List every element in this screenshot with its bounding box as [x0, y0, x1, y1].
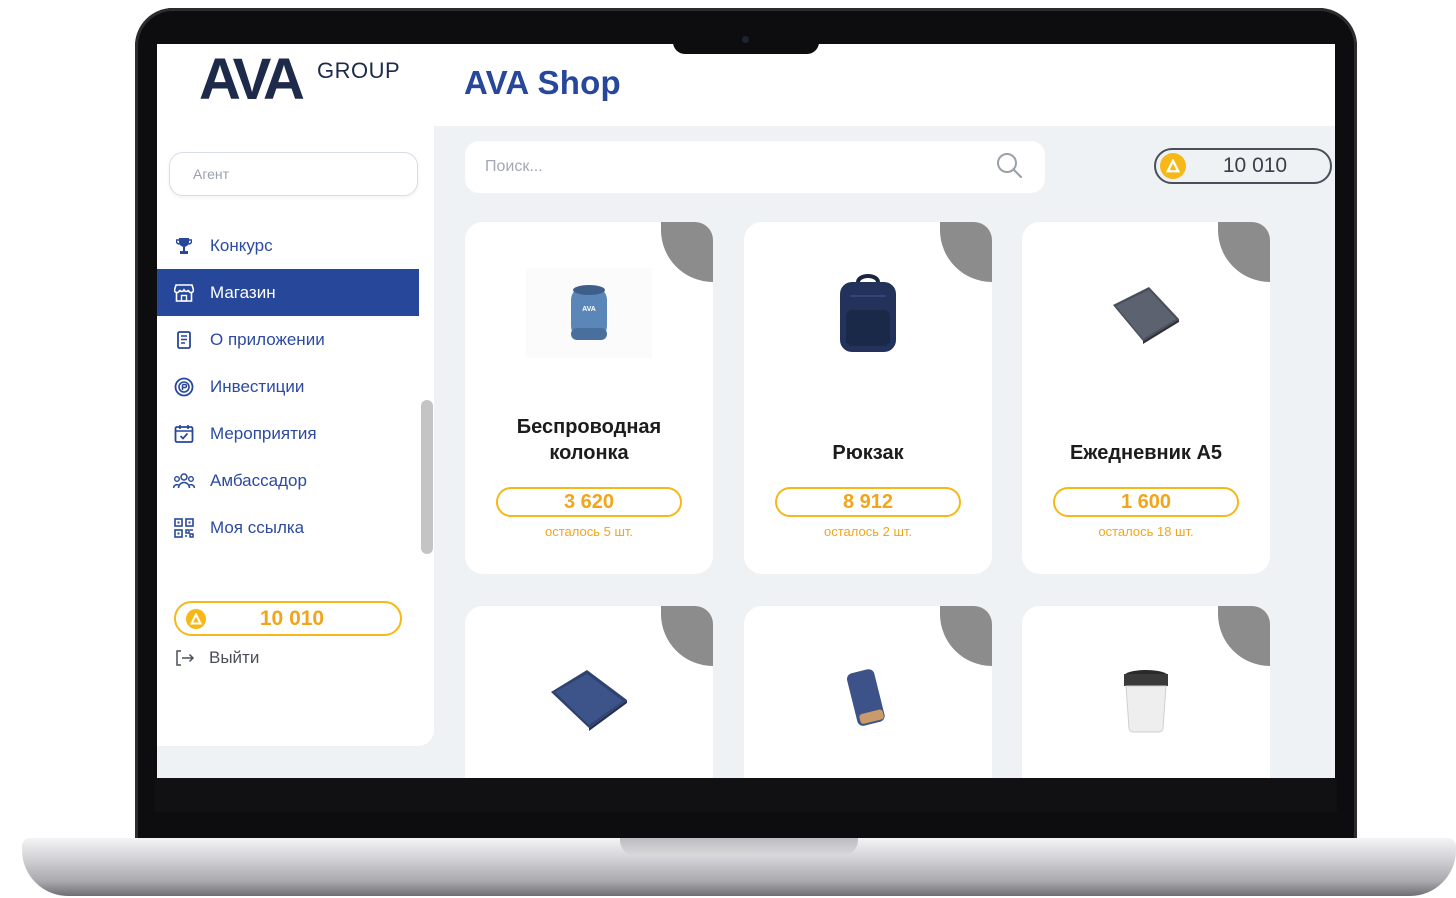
scrollbar-thumb[interactable] — [421, 400, 433, 554]
page-title: AVA Shop — [464, 64, 621, 101]
product-card[interactable] — [744, 606, 992, 778]
logo-sub-text: GROUP — [317, 58, 401, 83]
thermo-cup-image — [1116, 664, 1176, 738]
balance-value: 10 010 — [1222, 154, 1288, 177]
people-icon — [173, 470, 195, 492]
notebook-image — [1106, 280, 1186, 350]
camera-notch — [673, 34, 819, 54]
camera-icon — [742, 36, 749, 43]
card-corner-decoration — [940, 606, 992, 666]
sidebar-item-label: Магазин — [210, 282, 276, 302]
agent-field[interactable]: Агент — [169, 152, 418, 196]
document-icon — [173, 329, 195, 351]
sidebar-item-label: Конкурс — [210, 235, 273, 255]
sidebar-item-ambassador[interactable]: Амбассадор — [157, 457, 419, 504]
sidebar-item-events[interactable]: Мероприятия — [157, 410, 419, 457]
sidebar-item-shop[interactable]: Магазин — [157, 269, 419, 316]
header: AVA Shop — [434, 44, 1335, 126]
product-card[interactable]: Рюкзак 8 912 осталось 2 шт. — [744, 222, 992, 574]
coin-icon — [1160, 153, 1186, 179]
search-icon[interactable] — [995, 151, 1023, 184]
sidebar-item-label: Мероприятия — [210, 423, 317, 443]
coin-icon — [186, 608, 206, 629]
logo-main-text: AVA — [199, 47, 305, 112]
balance-value: 10 010 — [259, 606, 325, 630]
svg-text:AVA: AVA — [582, 306, 596, 313]
logout-label: Выйти — [209, 648, 260, 667]
app-screen: AVA GROUP Агент Конкурс Магазин О прилож… — [157, 44, 1335, 778]
product-stock: осталось 2 шт. — [823, 524, 912, 539]
sidebar-item-label: Амбассадор — [210, 470, 307, 490]
product-name: Ежедневник А5 — [1069, 442, 1223, 464]
product-name: Беспроводная колонка — [516, 416, 662, 464]
laptop-base — [22, 838, 1456, 896]
sidebar-item-label: Моя ссылка — [210, 517, 305, 537]
sidebar: AVA GROUP Агент Конкурс Магазин О прилож… — [157, 44, 434, 746]
calendar-icon — [173, 423, 195, 445]
qr-code-icon — [173, 517, 195, 539]
speaker-image: AVA — [526, 268, 652, 358]
investment-icon — [173, 376, 195, 398]
sidebar-scrollbar[interactable] — [419, 216, 433, 556]
store-icon — [173, 282, 195, 304]
base-notch — [620, 838, 858, 856]
sidebar-item-my-link[interactable]: Моя ссылка — [157, 504, 419, 551]
backpack-image — [828, 272, 908, 356]
product-name: Рюкзак — [832, 442, 904, 464]
card-corner-decoration — [1218, 606, 1270, 666]
header-balance: 10 010 — [1154, 148, 1332, 184]
card-corner-decoration — [661, 606, 713, 666]
sidebar-item-about[interactable]: О приложении — [157, 316, 419, 363]
sidebar-item-label: Инвестиции — [210, 376, 305, 396]
product-card[interactable]: Ежедневник А5 1 600 осталось 18 шт. — [1022, 222, 1270, 574]
product-stock: осталось 5 шт. — [544, 524, 633, 539]
trophy-icon — [173, 235, 195, 257]
card-corner-decoration — [1218, 222, 1270, 282]
sidebar-nav: Конкурс Магазин О приложении Инвестиции — [157, 222, 419, 551]
card-corner-decoration — [940, 222, 992, 282]
product-price: 3 620 — [496, 487, 682, 517]
sidebar-item-contest[interactable]: Конкурс — [157, 222, 419, 269]
logout-button[interactable]: Выйти — [175, 648, 259, 668]
search-bar — [465, 141, 1045, 193]
sidebar-item-investments[interactable]: Инвестиции — [157, 363, 419, 410]
search-input[interactable] — [485, 158, 995, 176]
notebook-blue-image — [544, 664, 634, 734]
sidebar-item-label: О приложении — [210, 329, 325, 349]
product-card[interactable] — [1022, 606, 1270, 778]
product-stock: осталось 18 шт. — [1098, 524, 1194, 539]
logout-icon — [175, 649, 195, 667]
product-card[interactable]: AVA Беспроводная колонка 3 620 осталось … — [465, 222, 713, 574]
product-card[interactable] — [465, 606, 713, 778]
product-price: 8 912 — [775, 487, 961, 517]
card-corner-decoration — [661, 222, 713, 282]
sidebar-balance: 10 010 — [174, 601, 402, 636]
screen-bezel — [155, 778, 1337, 812]
product-price: 1 600 — [1053, 487, 1239, 517]
powerbank-image — [838, 662, 898, 736]
